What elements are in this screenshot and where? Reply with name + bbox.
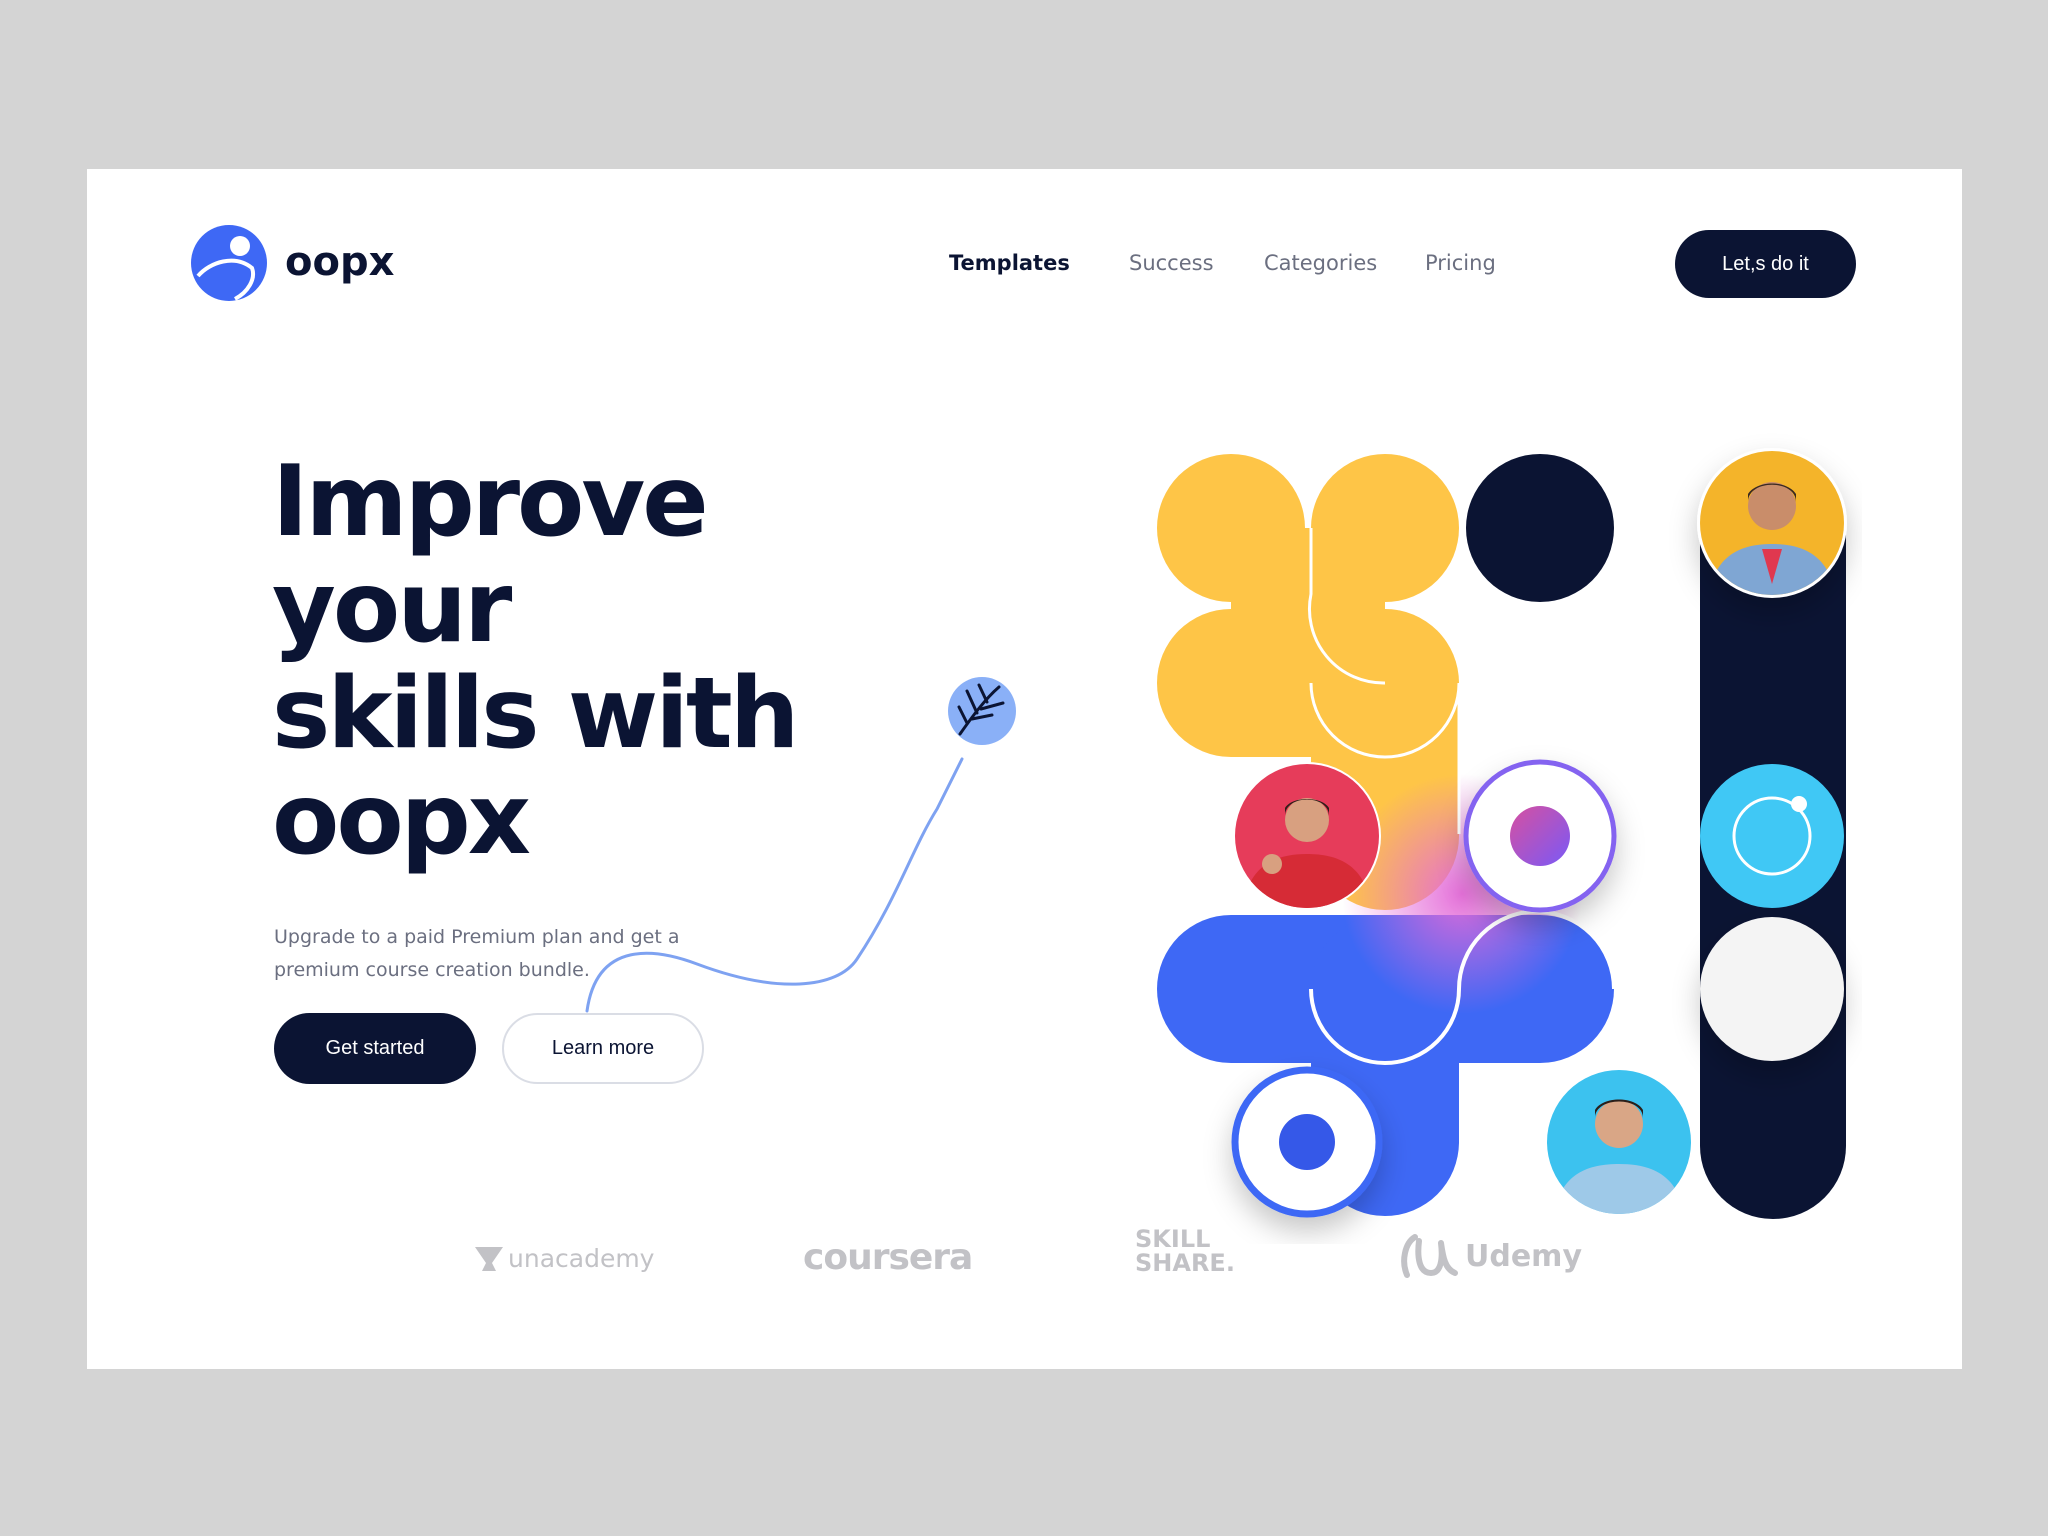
partner-unacademy: unacademy	[474, 1244, 654, 1273]
nav-success[interactable]: Success	[1129, 251, 1214, 275]
lets-do-it-button[interactable]: Let,s do it	[1675, 230, 1856, 298]
nav-pricing[interactable]: Pricing	[1425, 251, 1496, 275]
landing-card: oopx Templates Success Categories Pricin…	[87, 169, 1962, 1369]
partner-logos: unacademy coursera SKILL SHARE. Udemy	[87, 1219, 1962, 1319]
ring-gradient-dot	[1463, 759, 1617, 913]
cyan-ring	[1700, 764, 1844, 908]
get-started-button[interactable]: Get started	[274, 1013, 476, 1084]
hero-illustration	[1157, 448, 1847, 1219]
hero-subtitle: Upgrade to a paid Premium plan and get a…	[274, 926, 680, 981]
partner-skillshare: SKILL SHARE.	[1135, 1225, 1235, 1277]
logo-icon[interactable]	[190, 224, 268, 302]
brand-name[interactable]: oopx	[285, 239, 394, 285]
white-circle	[1700, 917, 1844, 1061]
learn-more-button[interactable]: Learn more	[502, 1013, 704, 1084]
partner-label: Udemy	[1465, 1238, 1582, 1274]
udemy-icon	[1401, 1234, 1458, 1278]
unacademy-icon	[475, 1246, 503, 1271]
nav-templates[interactable]: Templates	[949, 251, 1070, 275]
partner-coursera: coursera	[803, 1237, 973, 1278]
partner-label: unacademy	[508, 1244, 655, 1273]
hero-title-line: Improve	[272, 445, 709, 559]
nav-categories[interactable]: Categories	[1264, 251, 1377, 275]
avatar	[1545, 1068, 1693, 1216]
ring-blue-dot	[1231, 1066, 1383, 1218]
feather-icon	[948, 677, 1016, 745]
partner-udemy: Udemy	[1399, 1231, 1582, 1281]
navy-circle	[1466, 454, 1614, 602]
